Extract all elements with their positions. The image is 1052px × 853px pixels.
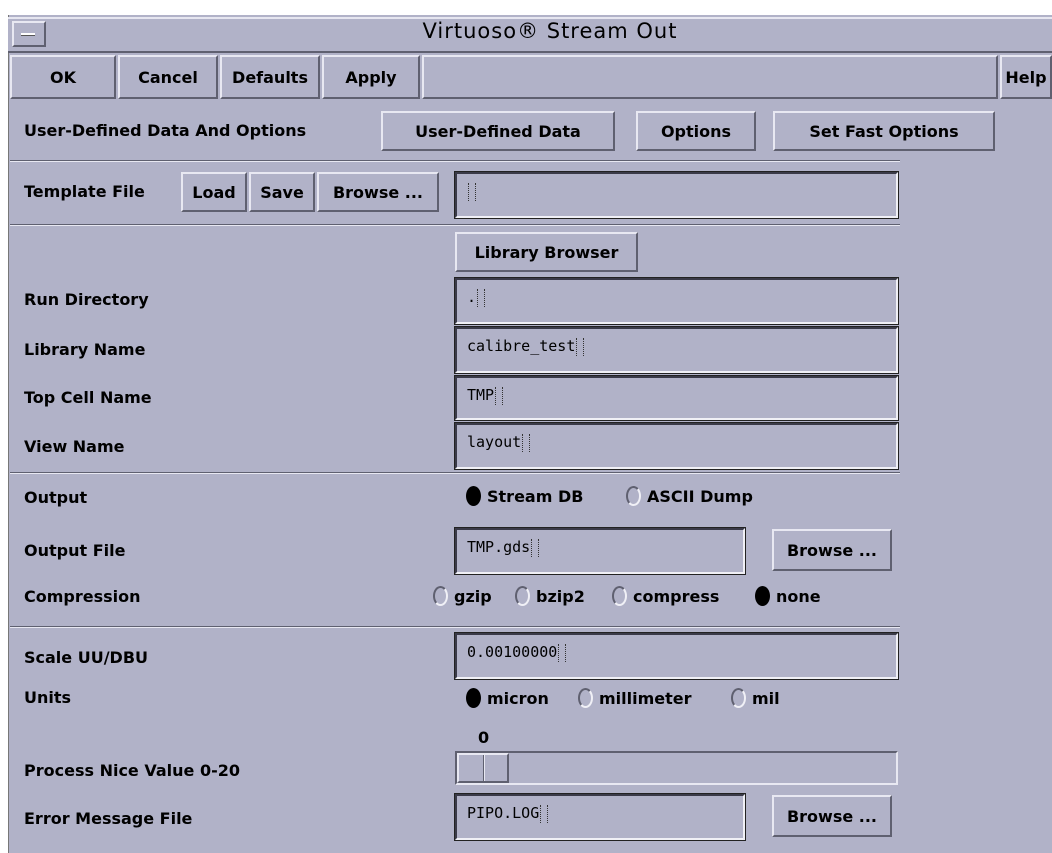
text-cursor	[558, 643, 567, 662]
output-file-label: Output File	[24, 541, 126, 560]
process-nice-slider-track[interactable]	[455, 751, 898, 785]
output-label: Output	[24, 488, 88, 507]
template-save-button[interactable]: Save	[249, 172, 315, 212]
options-button[interactable]: Options	[636, 111, 756, 151]
process-nice-label: Process Nice Value 0-20	[24, 761, 240, 780]
user-defined-options-label: User-Defined Data And Options	[24, 121, 307, 140]
compression-label: Compression	[24, 587, 141, 606]
template-browse-button[interactable]: Browse ...	[317, 172, 439, 212]
radio-selected-icon	[466, 486, 481, 506]
top-cell-name-value: TMP	[467, 386, 504, 405]
defaults-button[interactable]: Defaults	[220, 55, 320, 99]
text-cursor	[576, 337, 585, 356]
radio-unselected-icon	[612, 586, 627, 606]
units-mil-radio[interactable]: mil	[731, 688, 780, 708]
template-file-field[interactable]	[454, 171, 899, 219]
radio-selected-icon	[466, 688, 481, 708]
separator	[10, 472, 900, 474]
help-button[interactable]: Help	[1000, 55, 1052, 99]
run-directory-field[interactable]: .	[454, 277, 899, 325]
run-directory-value: .	[467, 288, 486, 307]
view-name-value: layout	[467, 433, 531, 452]
error-message-file-field[interactable]: PIPO.LOG	[454, 793, 746, 841]
top-cell-name-label: Top Cell Name	[24, 388, 152, 407]
output-stream-db-radio[interactable]: Stream DB	[466, 486, 583, 506]
process-nice-value-readout: 0	[478, 728, 490, 747]
library-name-value: calibre_test	[467, 337, 585, 356]
output-ascii-dump-radio[interactable]: ASCII Dump	[626, 486, 753, 506]
window-menu-icon	[21, 33, 35, 36]
output-file-field[interactable]: TMP.gds	[454, 527, 746, 575]
radio-unselected-icon	[515, 586, 530, 606]
separator	[10, 626, 900, 628]
separator	[10, 224, 900, 226]
text-cursor	[522, 433, 531, 452]
top-cell-name-field[interactable]: TMP	[454, 375, 899, 421]
compression-none-radio[interactable]: none	[755, 586, 821, 606]
template-file-value	[467, 182, 476, 201]
scale-value: 0.00100000	[467, 643, 567, 662]
output-file-browse-button[interactable]: Browse ...	[772, 529, 892, 571]
library-name-label: Library Name	[24, 340, 146, 359]
window-menu-button[interactable]	[12, 21, 46, 47]
text-cursor	[531, 538, 540, 557]
toolbar-spacer	[422, 55, 998, 99]
units-millimeter-radio[interactable]: millimeter	[578, 688, 692, 708]
radio-unselected-icon	[626, 486, 641, 506]
error-message-file-value: PIPO.LOG	[467, 804, 549, 823]
template-load-button[interactable]: Load	[181, 172, 247, 212]
radio-unselected-icon	[731, 688, 746, 708]
radio-unselected-icon	[433, 586, 448, 606]
ok-button[interactable]: OK	[10, 55, 116, 99]
compression-compress-radio[interactable]: compress	[612, 586, 719, 606]
compression-gzip-radio[interactable]: gzip	[433, 586, 492, 606]
radio-unselected-icon	[578, 688, 593, 708]
text-cursor	[477, 288, 486, 307]
user-defined-data-button[interactable]: User-Defined Data	[381, 111, 615, 151]
scale-field[interactable]: 0.00100000	[454, 632, 899, 680]
units-micron-radio[interactable]: micron	[466, 688, 549, 708]
text-cursor	[540, 804, 549, 823]
output-file-value: TMP.gds	[467, 538, 540, 557]
cancel-button[interactable]: Cancel	[118, 55, 218, 99]
run-directory-label: Run Directory	[24, 290, 149, 309]
slider-grip	[483, 755, 485, 781]
scale-label: Scale UU/DBU	[24, 648, 149, 667]
error-message-file-browse-button[interactable]: Browse ...	[772, 795, 892, 837]
error-message-file-label: Error Message File	[24, 809, 193, 828]
text-cursor	[495, 386, 504, 405]
process-nice-slider-thumb[interactable]	[457, 753, 509, 783]
separator	[10, 160, 900, 162]
view-name-label: View Name	[24, 437, 125, 456]
library-name-field[interactable]: calibre_test	[454, 326, 899, 374]
window-title: Virtuoso® Stream Out	[422, 19, 678, 43]
set-fast-options-button[interactable]: Set Fast Options	[773, 111, 995, 151]
apply-button[interactable]: Apply	[322, 55, 420, 99]
library-browser-button[interactable]: Library Browser	[455, 232, 638, 272]
units-label: Units	[24, 688, 72, 707]
radio-selected-icon	[755, 586, 770, 606]
view-name-field[interactable]: layout	[454, 422, 899, 470]
template-file-label: Template File	[24, 182, 145, 201]
compression-bzip2-radio[interactable]: bzip2	[515, 586, 585, 606]
text-cursor	[468, 182, 476, 201]
